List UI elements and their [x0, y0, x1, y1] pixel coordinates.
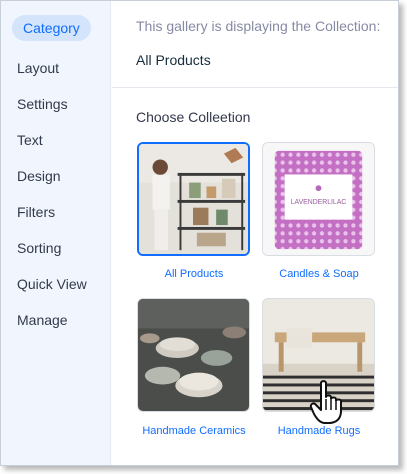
sidebar-item-layout[interactable]: Layout [17, 60, 59, 76]
main-content: This gallery is displaying the Collectio… [112, 1, 398, 465]
settings-panel: Category Layout Settings Text Design Fil… [0, 0, 399, 466]
sidebar: Category Layout Settings Text Design Fil… [1, 1, 111, 465]
current-collection-name: All Products [136, 52, 211, 68]
divider [112, 87, 398, 88]
sidebar-item-filters[interactable]: Filters [17, 204, 55, 220]
hand-pointer-icon [309, 380, 342, 424]
collection-thumb-candles-soap[interactable]: LAVENDERLILAC [262, 142, 375, 256]
choose-collection-title: Choose Colleetion [136, 109, 251, 125]
collection-thumb-handmade-ceramics[interactable] [137, 298, 250, 412]
sidebar-item-category[interactable]: Category [12, 15, 91, 41]
sidebar-item-quick-view[interactable]: Quick View [17, 276, 87, 292]
sidebar-item-design[interactable]: Design [17, 168, 61, 184]
sidebar-item-manage[interactable]: Manage [17, 312, 68, 328]
candle-brand-text: LAVENDERLILAC [291, 199, 347, 206]
shelf-photo-image [139, 144, 248, 254]
sidebar-item-text[interactable]: Text [17, 132, 43, 148]
collection-label-handmade-rugs[interactable]: Handmade Rugs [254, 425, 384, 437]
collection-label-candles-soap[interactable]: Candles & Soap [254, 268, 384, 280]
sidebar-item-sorting[interactable]: Sorting [17, 240, 61, 256]
candle-product-image: LAVENDERLILAC [263, 143, 374, 255]
collection-label-handmade-ceramics[interactable]: Handmade Ceramics [129, 425, 259, 437]
ceramics-photo-image [138, 299, 249, 411]
collection-label-all-products[interactable]: All Products [129, 268, 259, 280]
collection-thumb-all-products[interactable] [137, 142, 250, 256]
sidebar-item-settings[interactable]: Settings [17, 96, 68, 112]
gallery-info-text: This gallery is displaying the Collectio… [136, 18, 381, 34]
